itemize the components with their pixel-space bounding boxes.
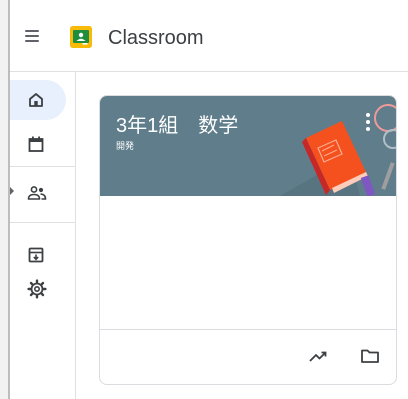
gear-icon bbox=[27, 279, 47, 299]
class-card-footer bbox=[100, 329, 396, 384]
app-title[interactable]: Classroom bbox=[108, 26, 204, 50]
trending-up-icon[interactable] bbox=[306, 344, 330, 368]
calendar-icon bbox=[28, 136, 44, 152]
sidebar-divider bbox=[10, 222, 76, 223]
book-illustration bbox=[280, 104, 396, 196]
class-card-header[interactable]: 3年1組 数学 開発 bbox=[100, 96, 396, 196]
sidebar-divider bbox=[10, 166, 76, 167]
more-vert-icon[interactable] bbox=[358, 112, 378, 132]
app-window: Classroom 3年1組 数学 開発 bbox=[8, 0, 408, 399]
classroom-logo-icon[interactable] bbox=[70, 26, 92, 48]
folder-icon[interactable] bbox=[358, 344, 382, 368]
main-content: 3年1組 数学 開発 bbox=[76, 72, 408, 399]
sidebar bbox=[10, 72, 76, 399]
sidebar-item-enrolled[interactable] bbox=[10, 173, 72, 213]
home-icon bbox=[29, 93, 43, 107]
hamburger-menu-icon[interactable] bbox=[23, 27, 43, 45]
archive-icon bbox=[28, 247, 44, 263]
top-bar: Classroom bbox=[10, 0, 408, 72]
class-subtitle: 開発 bbox=[116, 141, 135, 151]
people-icon bbox=[27, 186, 47, 200]
sidebar-item-settings[interactable] bbox=[10, 269, 72, 309]
class-title[interactable]: 3年1組 数学 bbox=[116, 113, 238, 139]
class-card[interactable]: 3年1組 数学 開発 bbox=[99, 95, 397, 385]
sidebar-item-calendar[interactable] bbox=[10, 124, 72, 164]
sidebar-item-home[interactable] bbox=[10, 80, 66, 120]
